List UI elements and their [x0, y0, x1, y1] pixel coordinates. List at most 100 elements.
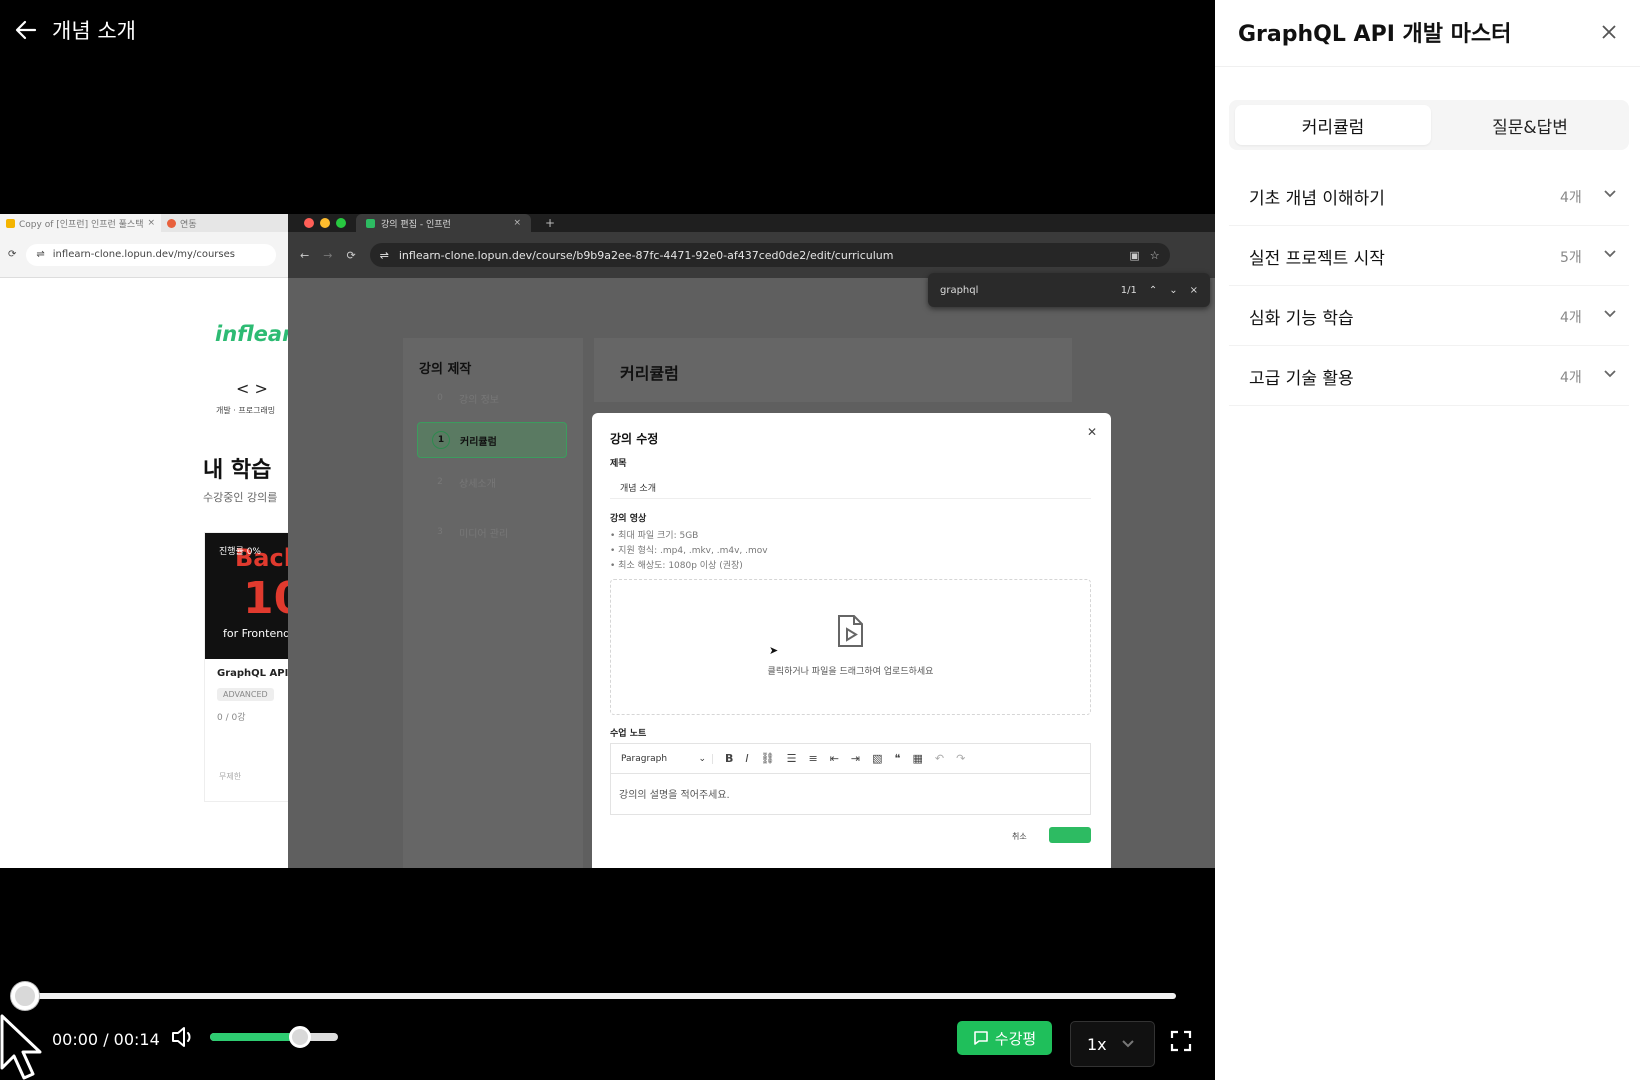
lesson-title: 개념 소개 — [52, 19, 136, 43]
step-label: 강의 정보 — [459, 394, 499, 406]
pointer-icon: ➤ — [769, 644, 779, 657]
step-number: 3 — [437, 527, 443, 537]
indent-icon: ⇥ — [850, 752, 861, 765]
undo-icon: ↶ — [934, 752, 945, 765]
curriculum-section[interactable]: 고급 기술 활용 4개 — [1229, 348, 1629, 406]
editor-step-active: 1 커리큘럼 — [417, 422, 567, 458]
tab-label: Copy of [인프런] 인프런 풀스택 — [19, 219, 144, 230]
editor-step: 2 상세소개 — [417, 464, 567, 500]
chevron-down-icon — [1604, 250, 1616, 258]
thumb-progress: 진행률 0% — [219, 547, 261, 557]
player-topbar: 개념 소개 — [0, 0, 1215, 60]
italic-icon: I — [745, 752, 749, 765]
address-bar: ⇌ inflearn-clone.lopun.dev/my/courses — [26, 243, 277, 266]
level-badge: ADVANCED — [217, 688, 274, 701]
table-icon: ▦ — [912, 752, 923, 765]
fullscreen-icon[interactable] — [1170, 1030, 1192, 1052]
bullet-list-icon: ☰ — [786, 752, 797, 765]
upload-dropzone: 클릭하거나 파일을 드래그하여 업로드하세요 — [610, 579, 1091, 715]
address-bar-row: ← → ⟳ ⇌ inflearn-clone.lopun.dev/course/b9b… — [288, 232, 1215, 278]
section-title: 심화 기능 학습 — [1249, 309, 1354, 329]
url-text: inflearn-clone.lopun.dev/course/b9b9a2ee… — [398, 248, 894, 262]
address-bar: ⇌ inflearn-clone.lopun.dev/course/b9b9a2e… — [369, 243, 1170, 267]
editor-step: 0 강의 정보 — [417, 380, 567, 416]
modal-title: 강의 수정 — [610, 432, 659, 446]
tab-label: 강의 편집 - 인프런 — [381, 219, 451, 230]
back-button[interactable] — [6, 10, 46, 50]
playback-speed-select[interactable]: 1x — [1070, 1021, 1155, 1067]
section-title: 기초 개념 이해하기 — [1249, 189, 1385, 209]
section-count: 5개 — [1560, 249, 1582, 266]
tab-curriculum[interactable]: 커리큘럼 — [1235, 105, 1431, 145]
tab-label: 연동 — [180, 219, 197, 230]
close-icon — [1602, 25, 1616, 39]
browser-tab: 강의 편집 - 인프런 × — [356, 214, 531, 232]
section-count: 4개 — [1560, 189, 1582, 206]
video-player: 개념 소개 Copy of [인프런] 인프런 풀스택 × 연동 ⟳ ⇌ infle… — [0, 0, 1215, 1080]
notes-editor: 강의의 설명을 적어주세요. — [610, 773, 1091, 815]
find-count: 1/1 — [1120, 284, 1137, 296]
browser-tabs: Copy of [인프런] 인프런 풀스택 × 연동 — [0, 214, 288, 232]
quote-icon: ❝ — [894, 752, 901, 765]
chevron-down-icon — [1121, 1040, 1134, 1048]
my-learning-heading: 내 학습 — [203, 458, 272, 483]
step-label: 커리큘럼 — [460, 436, 497, 448]
edit-lesson-modal: 강의 수정 ✕ 제목 개념 소개 강의 영상 • 최대 파일 크기: 5GB •… — [592, 413, 1111, 868]
review-label: 수강평 — [994, 1029, 1037, 1048]
step-number: 2 — [437, 477, 443, 487]
arrow-left-icon — [15, 20, 37, 40]
title-label: 제목 — [610, 459, 627, 469]
curriculum-section[interactable]: 실전 프로젝트 시작 5개 — [1229, 228, 1629, 286]
current-time: 00:00 — [52, 1030, 99, 1049]
course-title: GraphQL API 개발 마스터 — [1238, 22, 1512, 47]
paragraph-label: Paragraph — [621, 753, 668, 764]
window-controls — [288, 218, 356, 228]
browser-tab: 연동 — [161, 214, 203, 232]
category-label: 개발 · 프로그래밍 — [216, 406, 276, 415]
address-bar-row: ⟳ ⇌ inflearn-clone.lopun.dev/my/courses — [0, 232, 288, 278]
url-text: inflearn-clone.lopun.dev/my/courses — [52, 249, 235, 260]
mouse-cursor-icon — [0, 1014, 42, 1080]
video-file-icon — [838, 615, 863, 647]
notes-label: 수업 노트 — [610, 729, 647, 739]
total-time: 00:14 — [113, 1030, 160, 1049]
video-frame[interactable]: Copy of [인프런] 인프런 풀스택 × 연동 ⟳ ⇌ inflearn-cl… — [0, 214, 1215, 868]
requirement-item: • 지원 형식: .mp4, .mkv, .m4v, .mov — [610, 546, 768, 556]
paragraph-select: Paragraph ⌄ — [621, 753, 713, 764]
close-button[interactable] — [1595, 18, 1623, 46]
course-thumbnail: Back 진행률 0% 10 for Frontend — [205, 533, 295, 659]
volume-icon[interactable] — [170, 1024, 196, 1050]
chevron-down-icon — [1604, 190, 1616, 198]
volume-handle[interactable] — [288, 1026, 311, 1048]
requirement-item: • 최대 파일 크기: 5GB — [610, 531, 699, 541]
close-icon: ✕ — [1086, 425, 1097, 439]
comment-icon — [973, 1031, 988, 1045]
section-title: 실전 프로젝트 시작 — [1249, 249, 1385, 269]
speed-label: 1x — [1087, 1034, 1107, 1054]
course-editor-sidebar: 강의 제작 0 강의 정보 1 커리큘럼 2 상세소개 3 미디어 관리 — [403, 338, 583, 868]
review-button[interactable]: 수강평 — [957, 1021, 1052, 1055]
video-label: 강의 영상 — [610, 514, 647, 524]
my-learning-subheading: 수강중인 강의를 — [203, 491, 278, 504]
screencast-right-browser: 강의 편집 - 인프런 × + ← → ⟳ ⇌ inflearn-clone.lopun… — [288, 214, 1215, 868]
tab-qna[interactable]: 질문&답변 — [1435, 105, 1625, 145]
card-title: GraphQL API — [217, 668, 289, 679]
card-footer: 무제한 — [219, 772, 242, 781]
step-number: 1 — [432, 431, 450, 449]
divider — [1215, 66, 1640, 67]
progress-bar[interactable] — [26, 993, 1176, 999]
step-number: 0 — [437, 393, 443, 403]
bold-icon: B — [725, 752, 734, 765]
link-icon: ⛓ — [760, 752, 775, 765]
curriculum-section[interactable]: 심화 기능 학습 4개 — [1229, 288, 1629, 346]
dropzone-text: 클릭하거나 파일을 드래그하여 업로드하세요 — [767, 667, 934, 677]
chevron-down-icon — [1604, 310, 1616, 318]
code-icon: < > — [236, 379, 268, 398]
find-query: graphql — [940, 284, 979, 296]
find-bar: graphql 1/1 ⌃ ⌄ × — [928, 273, 1210, 307]
progress-handle[interactable] — [11, 982, 39, 1010]
course-card: Back 진행률 0% 10 for Frontend GraphQL API … — [204, 532, 295, 802]
thumb-caption: for Frontend — [223, 627, 291, 640]
curriculum-section[interactable]: 기초 개념 이해하기 4개 — [1229, 168, 1629, 226]
image-icon: ▧ — [872, 752, 883, 765]
